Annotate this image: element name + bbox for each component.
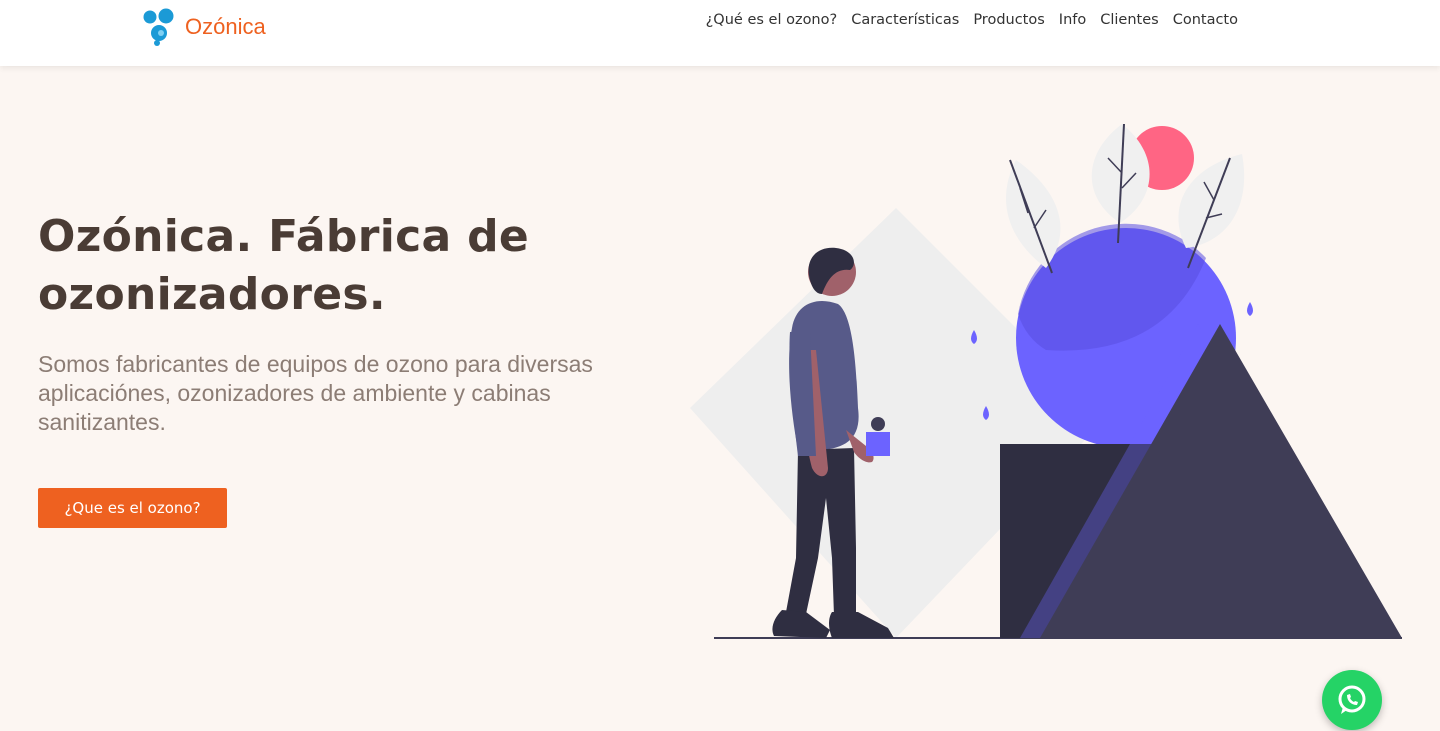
brand-link[interactable]: Ozónica [142,7,266,47]
nav-link-que-es-el-ozono[interactable]: ¿Qué es el ozono? [699,10,845,30]
hero-subtitle: Somos fabricantes de equipos de ozono pa… [38,351,593,435]
ozone-molecule-icon [143,8,174,46]
hero-title: Ozónica. Fábrica de ozonizadores. [38,211,530,320]
brand-name: Ozónica [185,14,266,39]
nav-link-info[interactable]: Info [1052,10,1093,30]
nav-link-productos[interactable]: Productos [966,10,1051,30]
nav-link-contacto[interactable]: Contacto [1166,10,1245,30]
top-navbar: Ozónica ¿Qué es el ozono? Característica… [0,0,1440,66]
que-es-el-ozono-button[interactable]: ¿Que es el ozono? [38,488,227,528]
person-with-geometric-shapes-illustration [690,123,1402,639]
nav-link-clientes[interactable]: Clientes [1093,10,1165,30]
nav-link-caracteristicas[interactable]: Características [844,10,966,30]
main-nav: ¿Qué es el ozono? Características Produc… [699,10,1245,30]
whatsapp-button[interactable] [1322,670,1382,730]
whatsapp-icon [1338,685,1366,714]
